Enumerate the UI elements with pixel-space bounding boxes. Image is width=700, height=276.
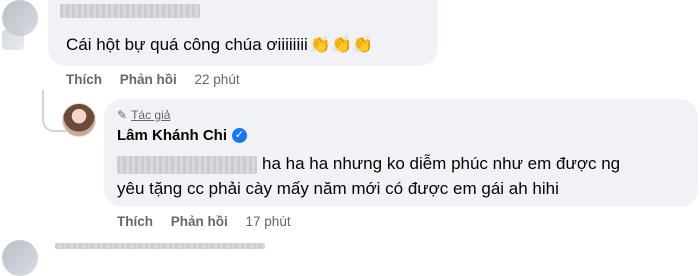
reply-text-line1: ha ha ha nhưng ko diễm phúc như em được …: [262, 154, 621, 173]
like-button[interactable]: Thích: [117, 214, 153, 229]
reply-author-avatar[interactable]: [62, 103, 96, 137]
next-commenter-avatar[interactable]: [2, 240, 38, 276]
author-badge: ✎ Tác giả: [117, 108, 170, 122]
reply-author-name[interactable]: Lâm Khánh Chi ✓: [117, 127, 248, 144]
redacted-commenter-name: [60, 4, 200, 18]
reply-author-name-text[interactable]: Lâm Khánh Chi: [117, 127, 227, 144]
author-badge-label: Tác giả: [131, 108, 171, 122]
comment-actions: Thích Phản hồi 22 phút: [66, 72, 240, 87]
pen-icon: ✎: [117, 108, 128, 122]
like-button[interactable]: Thích: [66, 72, 102, 87]
reply-timestamp[interactable]: 17 phút: [246, 214, 291, 229]
verified-badge-icon: ✓: [232, 128, 248, 143]
comment-timestamp[interactable]: 22 phút: [195, 72, 240, 87]
redacted-next-comment: [55, 243, 265, 249]
clapping-hands-icon: 👏👏👏: [309, 35, 374, 54]
redacted-mention: [117, 156, 257, 174]
reply-actions: Thích Phản hồi 17 phút: [117, 214, 291, 229]
reply-button[interactable]: Phản hồi: [171, 214, 228, 229]
reply-button[interactable]: Phản hồi: [120, 72, 177, 87]
reply-text-line2: yêu tặng cc phải cày mấy năm mới có được…: [117, 179, 559, 198]
commenter-avatar-lower: [2, 30, 24, 50]
comment-text: Cái hột bự quá công chúa ơiiiiiiii 👏👏👏: [66, 35, 374, 54]
